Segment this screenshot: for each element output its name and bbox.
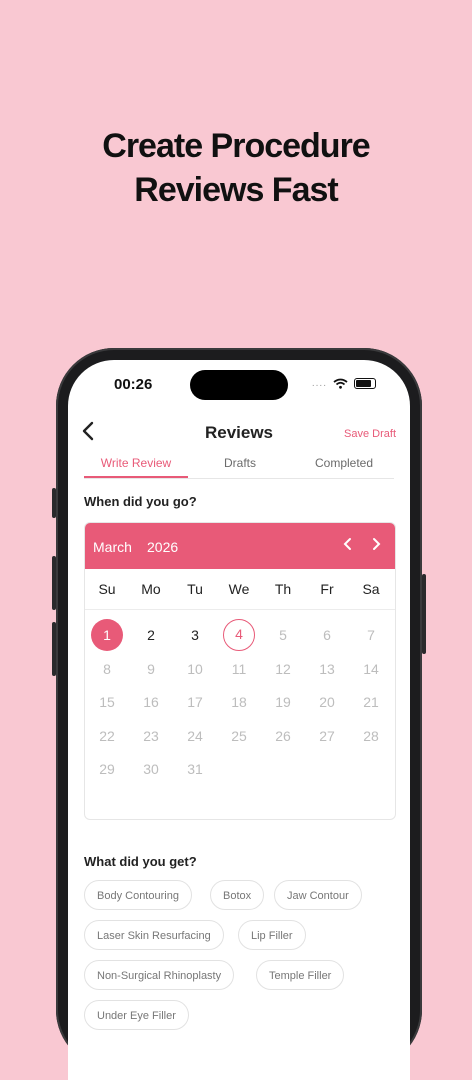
status-time: 00:26: [114, 376, 153, 393]
mute-switch: [52, 488, 56, 518]
tab-write-review[interactable]: Write Review: [84, 456, 188, 470]
dynamic-island: [190, 370, 288, 400]
next-month-button[interactable]: [371, 535, 381, 556]
procedure-chip[interactable]: Non-Surgical Rhinoplasty: [84, 960, 235, 990]
calendar-day: 15: [99, 694, 115, 710]
calendar-day[interactable]: 1: [91, 619, 123, 651]
chevron-right-icon: [373, 538, 381, 550]
promo-line-2: Reviews Fast: [134, 171, 338, 209]
review-tabs: Write Review Drafts Completed: [84, 452, 394, 479]
volume-down-button: [52, 622, 56, 676]
calendar-day: 31: [187, 761, 203, 777]
calendar-day: 8: [103, 660, 111, 677]
procedure-chip[interactable]: Temple Filler: [256, 960, 345, 990]
calendar-header: March 2026: [85, 523, 395, 569]
calendar-day: 29: [99, 761, 115, 777]
calendar-day: 27: [319, 727, 335, 744]
calendar-day: 6: [323, 627, 331, 643]
calendar-day: 28: [363, 727, 379, 744]
status-icons: ....: [312, 378, 376, 389]
power-button: [422, 574, 426, 654]
calendar-day: 24: [187, 727, 203, 744]
calendar-day: 18: [231, 694, 247, 710]
calendar-day[interactable]: 3: [179, 619, 211, 651]
calendar-day: 20: [319, 694, 335, 710]
tab-drafts[interactable]: Drafts: [188, 456, 292, 470]
battery-icon: [354, 378, 376, 389]
procedure-chip[interactable]: Jaw Contour: [274, 880, 362, 910]
active-tab-indicator: [84, 476, 188, 478]
promo-headline: Create Procedure Reviews Fast: [0, 124, 472, 212]
weekday-label: Tu: [187, 581, 203, 597]
calendar-day: 26: [275, 727, 291, 744]
volume-up-button: [52, 556, 56, 610]
procedure-chip[interactable]: Body Contouring: [84, 880, 192, 910]
chevron-left-icon: [343, 538, 351, 550]
weekday-label: Mo: [141, 581, 161, 597]
weekday-label: Th: [274, 581, 292, 597]
calendar-year: 2026: [147, 539, 179, 555]
calendar-day: 25: [231, 727, 247, 744]
calendar-day: 21: [363, 694, 379, 710]
calendar-day: 14: [363, 660, 379, 677]
calendar-day: 7: [367, 627, 375, 643]
calendar-day: 22: [99, 727, 115, 744]
calendar-day: 10: [187, 660, 203, 677]
calendar-day: 12: [275, 660, 291, 677]
procedure-chip[interactable]: Under Eye Filler: [84, 1000, 189, 1030]
save-draft-button[interactable]: Save Draft: [344, 428, 396, 440]
calendar-day: 16: [143, 694, 159, 710]
tab-completed[interactable]: Completed: [292, 456, 396, 470]
status-bar: 00:26 ....: [68, 360, 410, 410]
calendar: March 2026 Su Mo Tu We Th Fr Sa 1 2 3 4 5 6 7 8 9 10 11 1…: [84, 522, 396, 820]
calendar-day[interactable]: 4: [223, 619, 255, 651]
calendar-day: 13: [319, 660, 335, 677]
signal-dots: ....: [311, 378, 327, 389]
prev-month-button[interactable]: [343, 535, 353, 556]
weekday-label: Fr: [320, 581, 334, 597]
weekday-label: Su: [98, 581, 116, 597]
weekday-label: We: [228, 581, 250, 597]
nav-bar: Reviews Save Draft: [68, 416, 410, 448]
calendar-day: 23: [143, 727, 159, 744]
calendar-day: 9: [147, 660, 155, 677]
calendar-day[interactable]: 2: [135, 619, 167, 651]
calendar-day: 11: [231, 660, 247, 677]
calendar-day: 5: [279, 627, 287, 643]
procedure-chip[interactable]: Botox: [210, 880, 265, 910]
weekday-label: Sa: [362, 581, 380, 597]
phone-frame: 00:26 .... Reviews Save Draft Write Revi…: [52, 348, 426, 1080]
weekday-divider: [85, 609, 395, 610]
when-section-title: When did you go?: [84, 494, 197, 509]
procedure-chip[interactable]: Lip Filler: [238, 920, 306, 950]
calendar-month: March: [93, 539, 132, 555]
procedure-chip[interactable]: Laser Skin Resurfacing: [84, 920, 224, 950]
what-section-title: What did you get?: [84, 854, 197, 869]
calendar-day: 17: [187, 694, 203, 710]
calendar-day: 30: [143, 761, 159, 777]
wifi-icon: [333, 378, 348, 389]
promo-line-1: Create Procedure: [102, 127, 370, 165]
app-screen: 00:26 .... Reviews Save Draft Write Revi…: [68, 360, 410, 1080]
calendar-day: 19: [275, 694, 291, 710]
